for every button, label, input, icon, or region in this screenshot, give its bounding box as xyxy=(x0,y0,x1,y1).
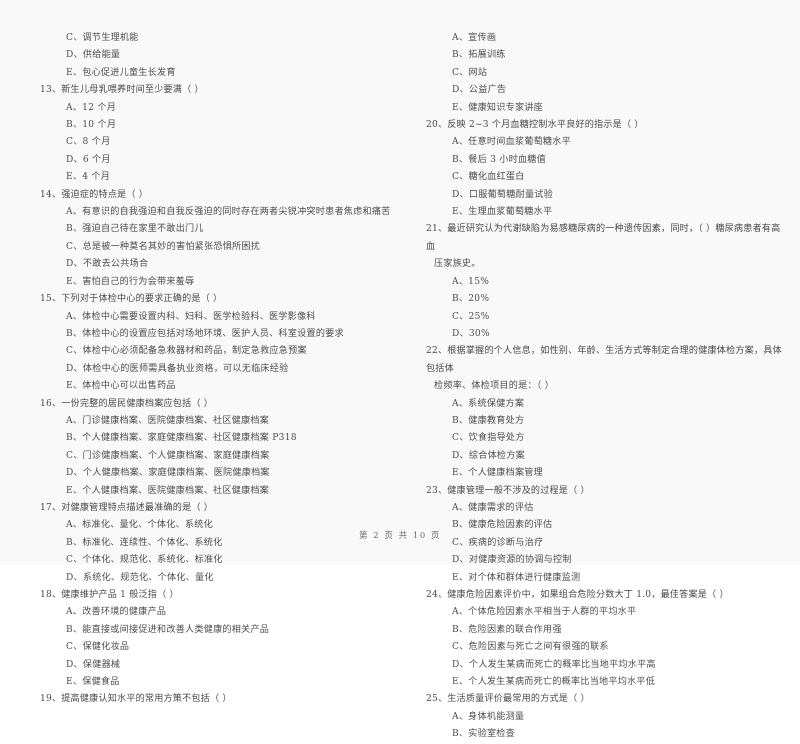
answer-option: A、体检中心需要设置内科、妇科、医学检验科、医学影像科 xyxy=(66,311,316,322)
answer-option: C、危险因素与死亡之间有很强的联系 xyxy=(452,642,609,653)
question-stem: 25、生活质量评价最常用的方式是（ ） xyxy=(426,694,590,705)
question-stem: 17、对健康管理特点描述最准确的是（ ） xyxy=(40,502,214,513)
answer-option: D、保健器械 xyxy=(66,659,121,670)
answer-option: D、不敢去公共场合 xyxy=(66,259,149,270)
answer-option: D、30% xyxy=(452,328,490,339)
question-stem: 20、反映 2~3 个月血糖控制水平良好的指示是（ ） xyxy=(426,120,644,131)
answer-option: E、生理血浆葡萄糖水平 xyxy=(452,207,553,218)
answer-option: C、个体化、规范化、系统化、标准化 xyxy=(66,555,223,566)
answer-option: E、包心促进儿童生长发育 xyxy=(66,67,176,78)
answer-option: D、公益广告 xyxy=(452,85,507,96)
question-stem: 14、强迫症的特点是（ ） xyxy=(40,189,148,200)
answer-option: E、害怕自己的行为会带来羞辱 xyxy=(66,276,195,287)
answer-option: B、体检中心的设置应包括对场地环境、医护人员、科室设置的要求 xyxy=(66,328,344,339)
answer-option: C、保健化妆品 xyxy=(66,642,130,653)
answer-option: D、对健康资源的协调与控制 xyxy=(452,555,572,566)
answer-option: C、25% xyxy=(452,311,490,322)
answer-option: C、网站 xyxy=(452,67,488,78)
answer-option: B、危险因素的联合作用强 xyxy=(452,624,562,635)
answer-option: A、改善环境的健康产品 xyxy=(66,607,167,618)
question-stem: 23、健康管理一般不涉及的过程是（ ） xyxy=(426,485,590,496)
answer-option: B、20% xyxy=(452,294,490,305)
question-stem: 13、新生儿母乳喂养时间至少要满（ ） xyxy=(40,85,204,96)
answer-option: B、实验室检查 xyxy=(452,729,515,740)
question-stem: 16、一份完整的居民健康档案应包括（ ） xyxy=(40,398,214,409)
question-stem: 22、根据掌握的个人信息，如性别、年龄、生活方式等制定合理的健康体检方案，具体包… xyxy=(426,346,782,374)
answer-option: D、6 个月 xyxy=(66,154,111,165)
answer-option: D、综合体检方案 xyxy=(452,450,525,461)
answer-option: D、体检中心的医师需具备执业资格，可以无临床经验 xyxy=(66,363,289,374)
answer-option: A、15% xyxy=(452,276,490,287)
answer-option: E、体检中心可以出售药品 xyxy=(66,381,176,392)
answer-option: A、系统保健方案 xyxy=(452,398,525,409)
question-stem-continuation: 压家族史。 xyxy=(434,259,481,270)
answer-option: C、调节生理机能 xyxy=(66,33,139,43)
answer-option: E、个人健康档案管理 xyxy=(452,468,543,479)
answer-option: B、健康教育处方 xyxy=(452,415,525,426)
answer-option: A、12 个月 xyxy=(66,102,117,113)
answer-option: C、门诊健康档案、个人健康档案、家庭健康档案 xyxy=(66,450,270,461)
two-column-body: C、调节生理机能 D、供给能量 E、包心促进儿童生长发育 13、新生儿母乳喂养时间至少… xyxy=(0,30,800,744)
answer-option: A、身体机能测量 xyxy=(452,711,525,722)
answer-option: A、门诊健康档案、医院健康档案、社区健康档案 xyxy=(66,415,270,426)
answer-option: B、拓展训练 xyxy=(452,50,506,61)
question-stem: 24、健康危险因素评价中，如果组合危险分数大丁 1.0，最佳答案是（ ） xyxy=(426,590,729,600)
question-stem-continuation: 检频率、体检项目的是：（ ） xyxy=(434,381,555,392)
question-stem: 15、下列对于体检中心的要求正确的是（ ） xyxy=(40,294,223,305)
answer-option: D、系统化、规范化、个体化、量化 xyxy=(66,572,214,583)
left-column: C、调节生理机能 D、供给能量 E、包心促进儿童生长发育 13、新生儿母乳喂养时间至少… xyxy=(0,30,400,744)
answer-option: D、个人发生某病而死亡的概率比当地平均水平高 xyxy=(452,659,656,670)
answer-option: B、个人健康档案、家庭健康档案、社区健康档案 P318 xyxy=(66,433,297,444)
answer-option: C、总是被一种莫名其妙的害怕紧张恐惧所困扰 xyxy=(66,241,261,252)
answer-option: C、饮食指导处方 xyxy=(452,433,525,444)
answer-option: E、保健食品 xyxy=(66,677,120,688)
answer-option: E、健康知识专家讲座 xyxy=(452,102,543,113)
answer-option: C、体检中心必须配备急救器材和药品，制定急救应急预案 xyxy=(66,346,307,357)
page-footer: 第 2 页 共 10 页 xyxy=(359,530,441,540)
right-column: A、宣传画 B、拓展训练 C、网站 D、公益广告 E、健康知识专家讲座 20、反映 2~3… xyxy=(400,30,800,744)
answer-option: D、口服葡萄糖耐量试验 xyxy=(452,189,553,200)
answer-option: E、4 个月 xyxy=(66,172,111,183)
answer-option: A、任意时间血浆葡萄糖水平 xyxy=(452,137,571,148)
answer-option: E、个人健康档案、医院健康档案、社区健康档案 xyxy=(66,485,270,496)
answer-option: B、能直接或间接促进和改善人类健康的相关产品 xyxy=(66,624,270,635)
answer-option: E、个人发生某病而死亡的概率比当地平均水平低 xyxy=(452,677,656,688)
answer-option: D、个人健康档案、家庭健康档案、医院健康档案 xyxy=(66,468,270,479)
answer-option: B、餐后 3 小时血糖值 xyxy=(452,154,546,165)
answer-option: A、健康需求的评估 xyxy=(452,502,534,513)
answer-option: A、宣传画 xyxy=(452,33,497,43)
question-stem: 18、健康维护产品 1 般泛指（ ） xyxy=(40,590,179,600)
answer-option: B、强迫自己待在家里不敢出门儿 xyxy=(66,224,204,235)
answer-option: B、10 个月 xyxy=(66,120,117,131)
answer-option: C、糖化血红蛋白 xyxy=(452,172,525,183)
question-stem: 19、提高健康认知水平的常用方策不包括（ ） xyxy=(40,694,232,705)
answer-option: C、8 个月 xyxy=(66,137,111,148)
answer-option: D、供给能量 xyxy=(66,50,121,61)
question-stem: 21、最近研究认为代谢缺陷为易感糖尿病的一种遗传因素，同时，（ ）糖尿病患者有高… xyxy=(426,224,781,252)
answer-option: A、个体危险因素水平相当于人群的平均水平 xyxy=(452,607,637,618)
answer-option: A、有意识的自我强迫和自我反强迫的同时存在两者尖锐冲突时患者焦虑和痛苦 xyxy=(66,207,391,218)
answer-option: E、对个体和群体进行健康监测 xyxy=(452,572,581,583)
